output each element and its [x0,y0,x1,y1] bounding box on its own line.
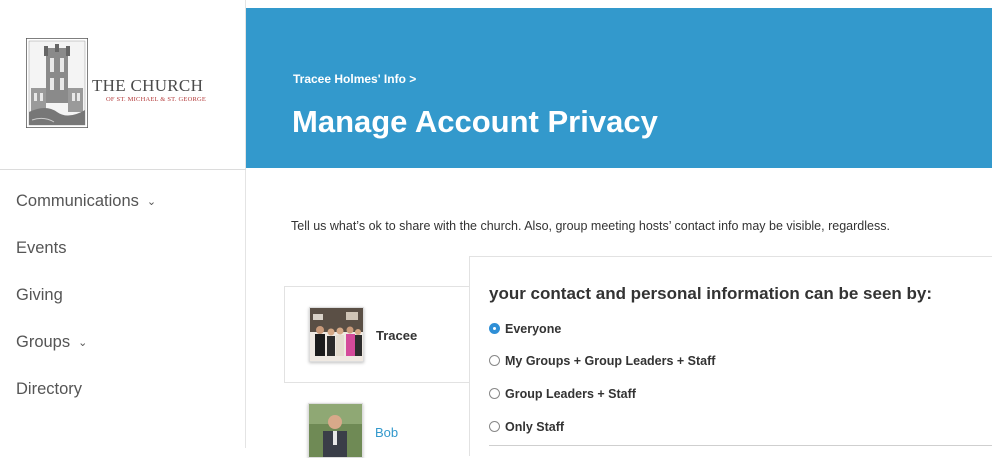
nav-item-communications[interactable]: Communications ⌄ [0,178,246,225]
chevron-down-icon: ⌄ [78,337,88,349]
nav-item-events[interactable]: Events [0,225,246,272]
avatar [308,403,363,458]
page-header: Tracee Holmes' Info > Manage Account Pri… [246,8,992,168]
nav-item-groups[interactable]: Groups ⌄ [0,319,246,366]
nav-item-label: Giving [16,286,63,304]
member-name: Bob [375,425,399,440]
member-tab-tracee[interactable]: Tracee [284,286,470,383]
privacy-option-groups-leaders-staff[interactable]: My Groups + Group Leaders + Staff [489,351,715,371]
nav-item-label: Directory [16,380,83,398]
privacy-option-everyone[interactable]: Everyone [489,319,561,339]
privacy-panel: your contact and personal information ca… [469,256,992,456]
divider [489,445,992,446]
nav-item-label: Events [16,239,67,257]
main-nav: Communications ⌄ Events Giving Groups ⌄ Di… [0,178,246,413]
radio-unchecked-icon[interactable] [489,355,500,366]
avatar [309,307,364,362]
privacy-option-leaders-staff[interactable]: Group Leaders + Staff [489,384,636,404]
nav-item-label: Groups [16,333,71,351]
privacy-heading: your contact and personal information ca… [489,284,933,303]
intro-text: Tell us what’s ok to share with the chur… [291,219,890,233]
logo-subtitle: OF ST. MICHAEL & ST. GEORGE [106,96,207,103]
family-photo-icon [310,308,363,361]
option-label: Only Staff [505,420,565,434]
breadcrumb[interactable]: Tracee Holmes' Info > [293,72,416,86]
option-label: Group Leaders + Staff [505,387,636,401]
person-photo-icon [309,404,362,457]
logo-title: THE CHURCH [92,76,204,95]
nav-item-directory[interactable]: Directory [0,366,246,413]
privacy-option-only-staff[interactable]: Only Staff [489,417,564,437]
church-logo[interactable]: THE CHURCH OF ST. MICHAEL & ST. GEORGE [0,0,246,170]
nav-item-giving[interactable]: Giving [0,272,246,319]
church-building-icon [26,38,88,128]
option-label: Everyone [505,322,562,336]
radio-unchecked-icon[interactable] [489,421,500,432]
sidebar: THE CHURCH OF ST. MICHAEL & ST. GEORGE C… [0,0,246,448]
member-name: Tracee [376,328,418,343]
page-title: Manage Account Privacy [292,104,658,139]
radio-unchecked-icon[interactable] [489,388,500,399]
option-label: My Groups + Group Leaders + Staff [505,354,716,368]
member-tab-bob[interactable]: Bob [284,393,470,458]
nav-item-label: Communications [16,192,139,210]
radio-checked-icon[interactable] [489,323,500,334]
chevron-down-icon: ⌄ [146,196,157,208]
